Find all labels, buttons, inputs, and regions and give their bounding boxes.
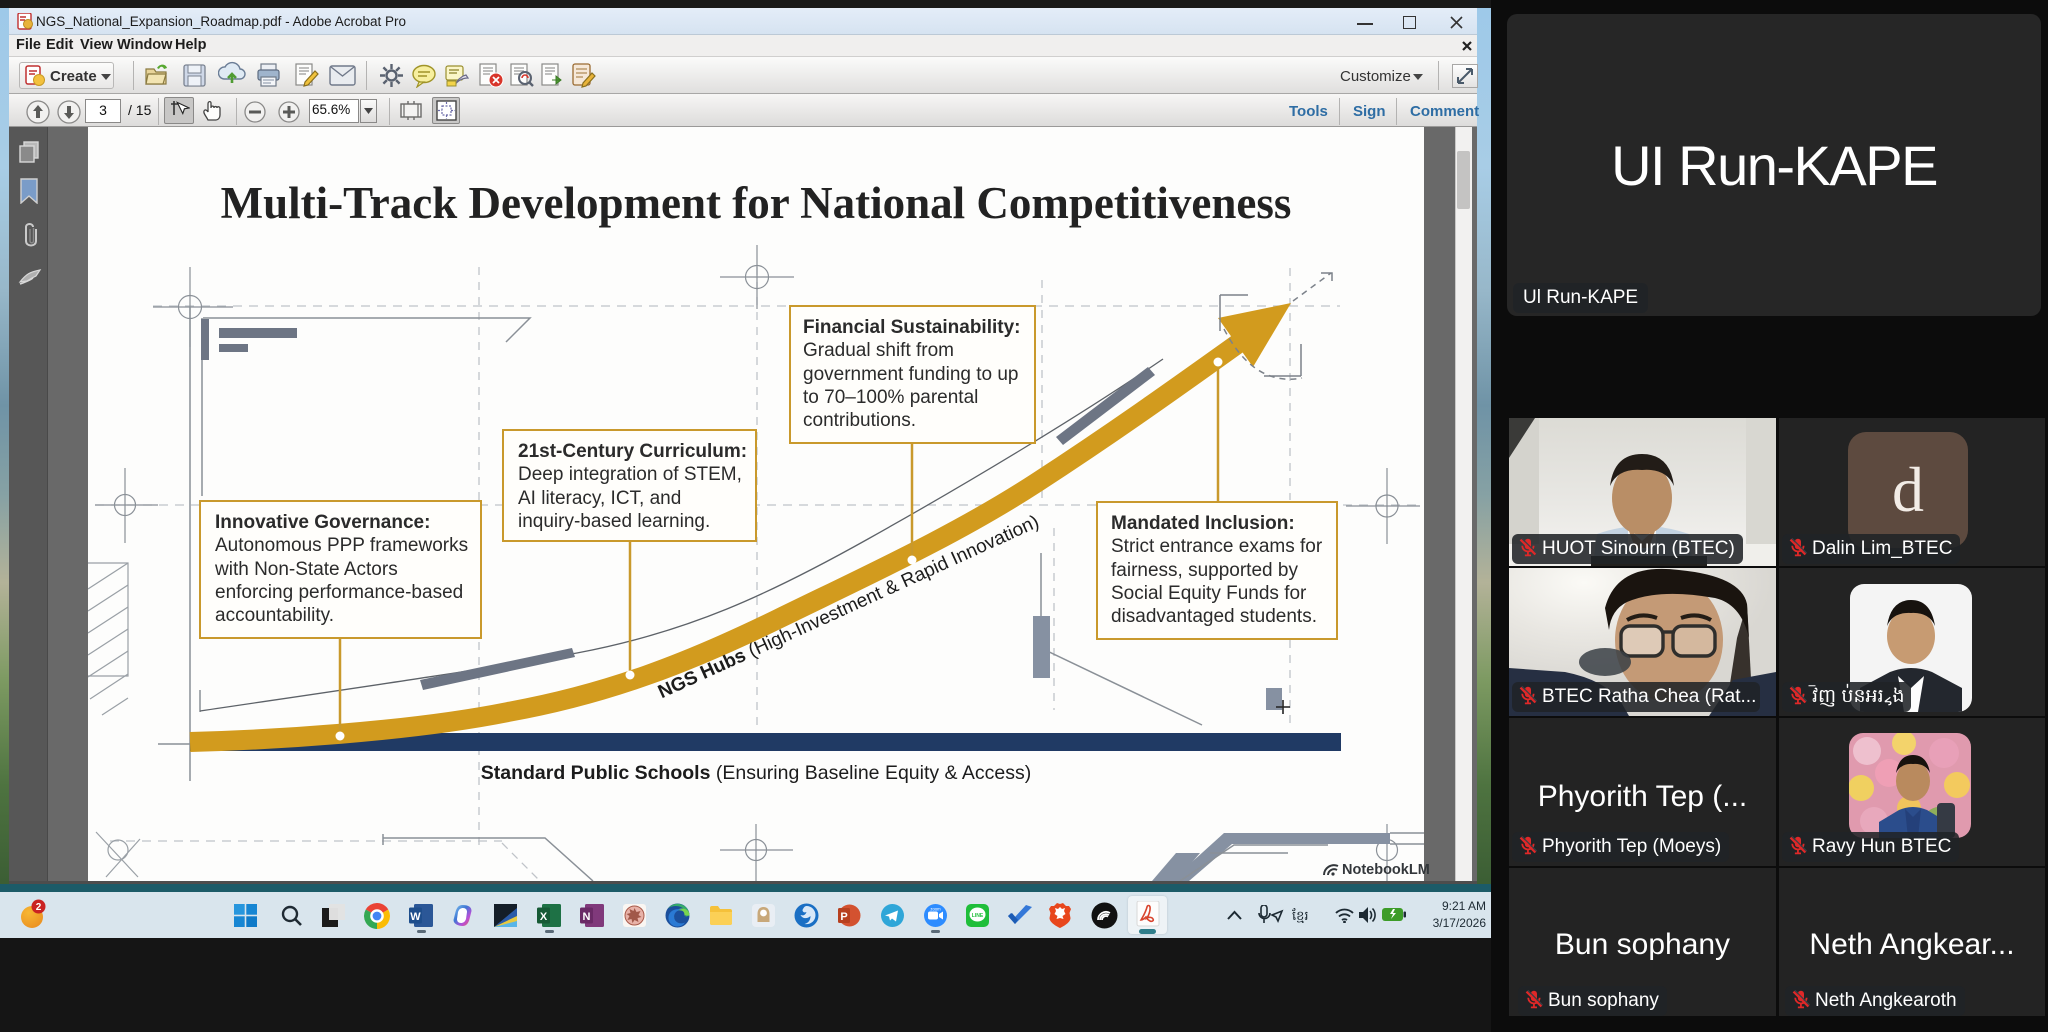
svg-text:LINE: LINE: [972, 913, 984, 919]
svg-text:2: 2: [36, 902, 42, 913]
svg-text:P: P: [840, 911, 847, 923]
svg-text:W: W: [410, 911, 421, 923]
svg-text:N: N: [583, 911, 591, 923]
svg-text:X: X: [540, 911, 548, 923]
svg-text:zoom: zoom: [930, 906, 941, 911]
